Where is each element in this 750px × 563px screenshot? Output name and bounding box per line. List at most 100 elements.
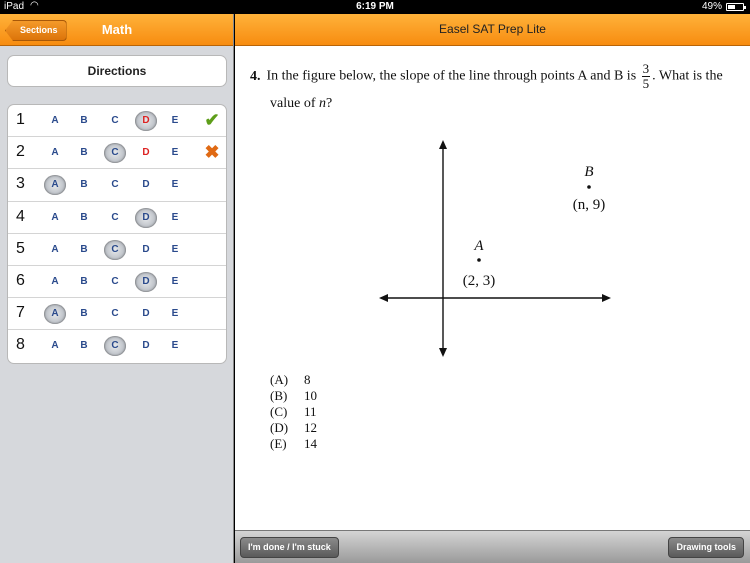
fraction-numerator: 3	[641, 61, 651, 77]
answer-choice: (C) 11	[270, 404, 317, 420]
question-number: 5	[16, 239, 25, 257]
choice-e[interactable]: E	[164, 176, 186, 194]
choice-d[interactable]: D	[135, 337, 157, 355]
choice-b[interactable]: B	[73, 112, 95, 130]
point-b-dot	[587, 185, 591, 189]
choice-a[interactable]: A	[44, 273, 66, 291]
cross-icon: ✖	[204, 142, 220, 163]
answer-letter: (C)	[270, 404, 288, 419]
question-text: 4. In the figure below, the slope of the …	[250, 61, 740, 112]
question-line-2: value of n?	[270, 93, 332, 115]
question-row[interactable]: 1 A B C D E ✔	[8, 105, 226, 138]
point-a-coords: (2, 3)	[463, 273, 496, 289]
choice-e[interactable]: E	[164, 144, 186, 162]
choice-d-selected[interactable]: D	[135, 207, 157, 228]
question-label: 4.	[250, 68, 261, 84]
answer-choice: (E) 14	[270, 436, 317, 452]
question-row[interactable]: 8 A B C D E	[8, 330, 226, 362]
choice-c-selected[interactable]: C	[104, 239, 126, 260]
question-pane: Easel SAT Prep Lite 4. In the figure belo…	[235, 14, 750, 563]
question-line-2-end: ?	[325, 96, 333, 111]
choice-c-selected[interactable]: C	[104, 336, 126, 357]
answer-choice: (A) 8	[270, 372, 317, 388]
slope-fraction: 35	[641, 61, 651, 91]
question-stem-end: . What is the	[652, 68, 723, 84]
answer-sheet-pane: Sections Math Directions 1 A B C D E ✔ 2…	[0, 14, 234, 563]
question-number: 3	[16, 175, 25, 193]
choice-e[interactable]: E	[164, 112, 186, 130]
point-a-dot	[477, 258, 481, 262]
coordinate-figure: A (2, 3) B (n, 9)	[379, 140, 611, 357]
choice-b[interactable]: B	[73, 337, 95, 355]
battery-percent: 49%	[701, 1, 722, 12]
choice-c-selected[interactable]: C	[104, 143, 126, 164]
choice-e[interactable]: E	[164, 209, 186, 227]
choice-e[interactable]: E	[164, 337, 186, 355]
choice-b[interactable]: B	[73, 273, 95, 291]
choice-d[interactable]: D	[135, 305, 157, 323]
question-row[interactable]: 2 A B C D E ✖	[8, 137, 226, 170]
question-number: 1	[16, 111, 25, 128]
drawing-tools-button[interactable]: Drawing tools	[668, 537, 744, 558]
question-number: 7	[16, 304, 25, 322]
choice-a[interactable]: A	[44, 209, 66, 227]
choice-a[interactable]: A	[44, 241, 66, 259]
x-axis-arrow-right	[602, 294, 611, 302]
choice-d-selected[interactable]: D	[135, 111, 157, 131]
question-variable: n	[318, 96, 326, 111]
question-row[interactable]: 3 A B C D E	[8, 169, 226, 202]
question-row[interactable]: 5 A B C D E	[8, 234, 226, 266]
done-stuck-button[interactable]: I'm done / I'm stuck	[240, 537, 339, 558]
answer-value: 10	[304, 388, 317, 403]
choice-e[interactable]: E	[164, 241, 186, 259]
choice-a-selected[interactable]: A	[44, 175, 66, 196]
app-title: Easel SAT Prep Lite	[235, 14, 750, 46]
y-axis-arrow-down	[439, 348, 447, 357]
status-bar: iPad ◠ 6:19 PM 49%	[0, 0, 750, 14]
checkmark-icon: ✔	[204, 110, 220, 130]
point-b-label: B	[584, 164, 593, 180]
choice-a[interactable]: A	[44, 337, 66, 355]
choice-a-selected[interactable]: A	[44, 304, 66, 325]
directions-button[interactable]: Directions	[7, 55, 227, 87]
question-number: 8	[16, 336, 25, 354]
answer-value: 14	[304, 436, 317, 451]
x-axis-arrow-left	[379, 294, 388, 302]
choice-c[interactable]: C	[104, 209, 126, 227]
answer-choice: (D) 12	[270, 420, 317, 436]
choice-c[interactable]: C	[104, 176, 126, 194]
choice-d-correct[interactable]: D	[135, 144, 157, 162]
choice-e[interactable]: E	[164, 305, 186, 323]
question-list: 1 A B C D E ✔ 2 A B C D E ✖ 3 A B C D E …	[7, 104, 227, 364]
choice-c[interactable]: C	[104, 112, 126, 130]
choice-c[interactable]: C	[104, 273, 126, 291]
choice-d[interactable]: D	[135, 241, 157, 259]
choice-c[interactable]: C	[104, 305, 126, 323]
choice-a[interactable]: A	[44, 144, 66, 162]
choice-b[interactable]: B	[73, 305, 95, 323]
bottom-toolbar: I'm done / I'm stuck Drawing tools	[235, 530, 750, 563]
question-row[interactable]: 4 A B C D E	[8, 202, 226, 234]
choice-d[interactable]: D	[135, 176, 157, 194]
choice-e[interactable]: E	[164, 273, 186, 291]
question-row[interactable]: 6 A B C D E	[8, 266, 226, 299]
section-title: Math	[101, 22, 133, 37]
left-nav-bar: Sections Math	[0, 14, 233, 46]
answer-letter: (E)	[270, 436, 287, 451]
choice-b[interactable]: B	[73, 209, 95, 227]
answer-letter: (A)	[270, 372, 289, 387]
y-axis-arrow-up	[439, 140, 447, 149]
choice-b[interactable]: B	[73, 144, 95, 162]
choice-a[interactable]: A	[44, 112, 66, 130]
fraction-denominator: 5	[642, 76, 650, 91]
choice-d-selected[interactable]: D	[135, 271, 157, 292]
answer-letter: (D)	[270, 420, 289, 435]
choice-b[interactable]: B	[73, 241, 95, 259]
choice-b[interactable]: B	[73, 176, 95, 194]
answer-value: 8	[304, 372, 311, 387]
point-a-label: A	[473, 238, 484, 254]
question-number: 2	[16, 143, 25, 161]
question-row[interactable]: 7 A B C D E	[8, 298, 226, 331]
question-line-2-text: value of	[270, 96, 319, 111]
question-stem: In the figure below, the slope of the li…	[266, 68, 637, 84]
